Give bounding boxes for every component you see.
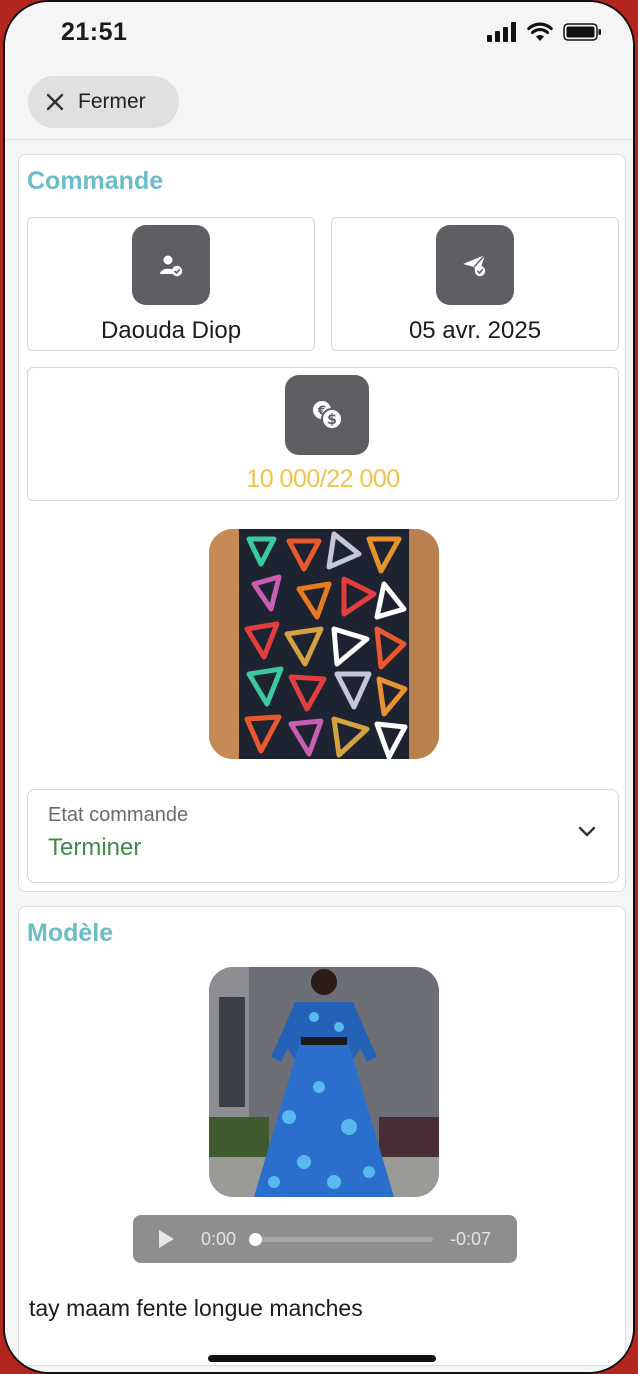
close-button[interactable]: Fermer <box>28 76 179 128</box>
audio-remaining-time: -0:07 <box>449 1229 491 1249</box>
user-check-icon <box>160 255 183 277</box>
order-date: 05 avr. 2025 <box>408 317 542 344</box>
order-state-label: Etat commande <box>48 804 189 826</box>
modal-header: Fermer <box>5 64 633 140</box>
close-icon <box>46 93 64 111</box>
play-icon[interactable] <box>157 1229 175 1249</box>
modele-card: Modèle 0:00 -0:07 tay maam fente longue … <box>18 906 626 1366</box>
client-box: Daouda Diop <box>27 217 315 351</box>
audio-player: 0:00 -0:07 <box>133 1215 517 1263</box>
model-description: tay maam fente longue manches <box>29 1295 363 1321</box>
modele-title: Modèle <box>27 919 114 947</box>
date-box: 05 avr. 2025 <box>331 217 619 351</box>
signal-icon <box>487 22 516 42</box>
model-photo[interactable] <box>209 967 439 1197</box>
audio-progress-track[interactable] <box>253 1237 433 1242</box>
coins-icon: € $ <box>313 401 343 430</box>
phone-screen: 21:51 Fermer Commande Daouda Diop 05 avr… <box>3 0 635 1374</box>
close-label: Fermer <box>78 90 146 113</box>
order-state-value: Terminer <box>48 834 142 861</box>
commande-title: Commande <box>27 167 164 195</box>
status-time: 21:51 <box>61 18 128 46</box>
chevron-down-icon <box>578 826 596 837</box>
fabric-image <box>209 529 439 759</box>
fabric-photo[interactable] <box>209 529 439 759</box>
client-name: Daouda Diop <box>100 317 242 344</box>
send-check-icon <box>463 254 486 277</box>
battery-icon <box>563 23 601 41</box>
audio-current-time: 0:00 <box>201 1229 237 1249</box>
svg-text:$: $ <box>327 412 337 428</box>
home-indicator <box>208 1355 436 1362</box>
amount-tile: € $ <box>285 375 369 455</box>
status-bar: 21:51 <box>5 2 633 64</box>
order-state-select[interactable]: Etat commande Terminer <box>27 789 619 883</box>
amount-box: € $ 10 000/22 000 <box>27 367 619 501</box>
date-tile <box>436 225 514 305</box>
client-tile <box>132 225 210 305</box>
commande-card: Commande Daouda Diop 05 avr. 2025 € $ 10… <box>18 154 626 892</box>
wifi-icon <box>527 22 553 41</box>
amount-paid: 10 000/22 000 <box>246 465 400 493</box>
model-image <box>209 967 439 1197</box>
audio-progress-knob[interactable] <box>249 1233 262 1246</box>
status-icons <box>487 22 603 42</box>
content-area: Commande Daouda Diop 05 avr. 2025 € $ 10… <box>5 140 633 1372</box>
